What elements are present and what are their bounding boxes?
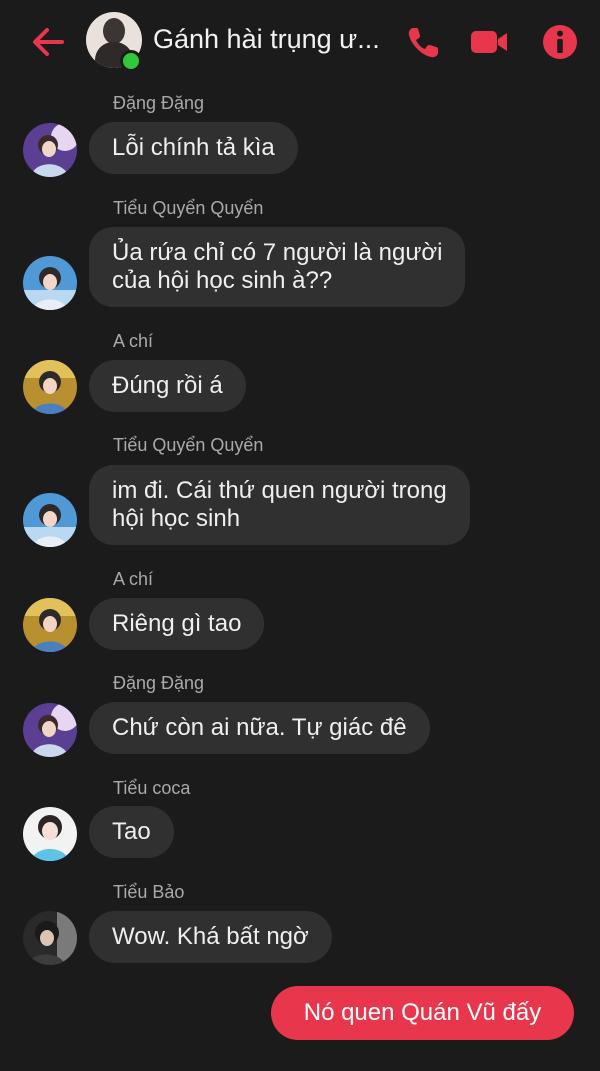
message-text: của hội học sinh à?? [112, 267, 333, 294]
message-text: Tao [112, 818, 151, 845]
message-bubble[interactable]: Ủa rứa chỉ có 7 người là người của hội h… [89, 227, 466, 307]
avatar[interactable] [23, 123, 77, 177]
sender-name: Đặng Đặng [113, 673, 205, 693]
message-text: Ủa rứa chỉ có 7 người là người [112, 239, 443, 266]
message-text: Lỗi chính tả kìa [112, 134, 275, 161]
avatar[interactable] [23, 703, 77, 757]
video-camera-icon [471, 31, 507, 53]
sender-name: A chí [113, 331, 154, 351]
message-text: Chứ còn ai nữa. Tự giác đê [112, 714, 407, 741]
message-bubble[interactable]: im đi. Cái thứ quen người trong hội học … [89, 465, 470, 545]
message-text: Đúng rồi á [112, 372, 223, 399]
info-button[interactable] [540, 22, 580, 62]
chat-header: Gánh hài trụng ư... [0, 0, 600, 84]
message-text: hội học sinh [112, 505, 241, 532]
message-bubble[interactable]: Lỗi chính tả kìa [89, 122, 298, 174]
my-message-bubble[interactable]: Nó quen Quán Vũ đấy [271, 986, 574, 1040]
sender-name: Tiểu Quyển Quyển [113, 435, 264, 455]
online-status-dot [120, 50, 142, 72]
back-button[interactable] [28, 22, 68, 62]
avatar[interactable] [23, 598, 77, 652]
avatar[interactable] [23, 493, 77, 547]
message-text: Riêng gì tao [112, 610, 242, 637]
message-bubble[interactable]: Chứ còn ai nữa. Tự giác đê [89, 702, 430, 754]
avatar[interactable] [23, 256, 77, 310]
call-button[interactable] [404, 22, 444, 62]
chat-title[interactable]: Gánh hài trụng ư... [153, 24, 388, 55]
message-text: im đi. Cái thứ quen người trong [112, 477, 447, 504]
avatar[interactable] [23, 807, 77, 861]
sender-name: Tiểu coca [113, 778, 191, 798]
phone-icon [408, 28, 438, 58]
info-icon [543, 25, 577, 59]
sender-name: Đặng Đặng [113, 93, 205, 113]
avatar[interactable] [23, 360, 77, 414]
back-arrow-icon [33, 28, 64, 56]
message-bubble[interactable]: Đúng rồi á [89, 360, 246, 412]
message-text: Wow. Khá bất ngờ [112, 923, 309, 950]
video-call-button[interactable] [469, 22, 509, 62]
sender-name: Tiểu Bảo [113, 882, 185, 902]
avatar[interactable] [23, 911, 77, 965]
message-bubble[interactable]: Wow. Khá bất ngờ [89, 911, 332, 963]
message-bubble[interactable]: Riêng gì tao [89, 598, 265, 650]
sender-name: Tiểu Quyển Quyển [113, 198, 264, 218]
sender-name: A chí [113, 569, 154, 589]
message-bubble[interactable]: Tao [89, 806, 174, 858]
